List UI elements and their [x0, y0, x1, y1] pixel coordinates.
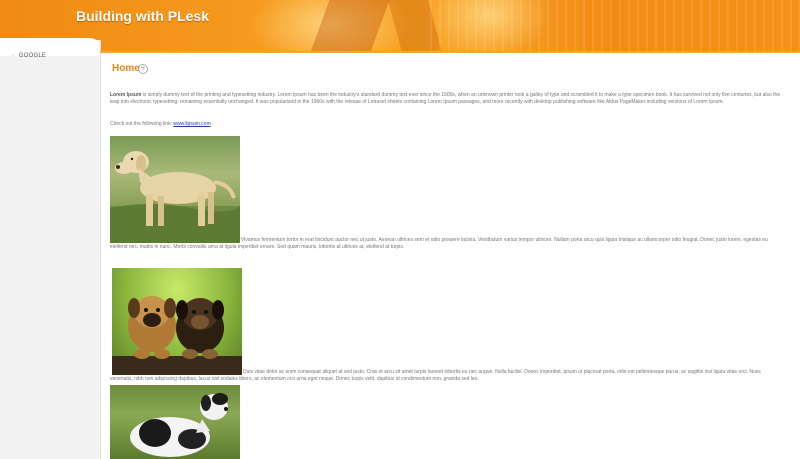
- site-title: Building with PLesk: [76, 8, 210, 24]
- intro-bold: Lorem Ipsum: [110, 92, 142, 98]
- lipsum-link[interactable]: www.lipsum.com: [173, 121, 210, 127]
- intro-paragraph: Lorem Ipsum is simply dummy text of the …: [110, 92, 785, 107]
- puppies-photo: [112, 268, 242, 375]
- paragraph-1: Vivamus fermentum tortor in erat tincidu…: [110, 237, 768, 251]
- sidebar-item-google[interactable]: › GOOGLE: [12, 53, 46, 59]
- banner-decoration: [430, 0, 800, 52]
- header-divider: [100, 51, 800, 53]
- link-line: Check out the following link: www.lipsum…: [110, 121, 211, 127]
- page-title: Home: [112, 63, 140, 74]
- link-prefix: Check out the following link:: [110, 121, 174, 127]
- intro-text: is simply dummy text of the printing and…: [110, 92, 781, 106]
- header-banner: Building with PLesk: [0, 0, 800, 52]
- sidebar: [0, 40, 101, 459]
- collie-puppy-photo: [110, 385, 240, 459]
- sidebar-item-label: GOOGLE: [18, 53, 47, 59]
- paragraph-2: Duis vitae dolor ac enim consequat aliqu…: [110, 369, 762, 383]
- circle-plus-icon[interactable]: +: [138, 64, 148, 74]
- labrador-photo: [110, 136, 240, 243]
- bullet-icon: ›: [12, 53, 14, 59]
